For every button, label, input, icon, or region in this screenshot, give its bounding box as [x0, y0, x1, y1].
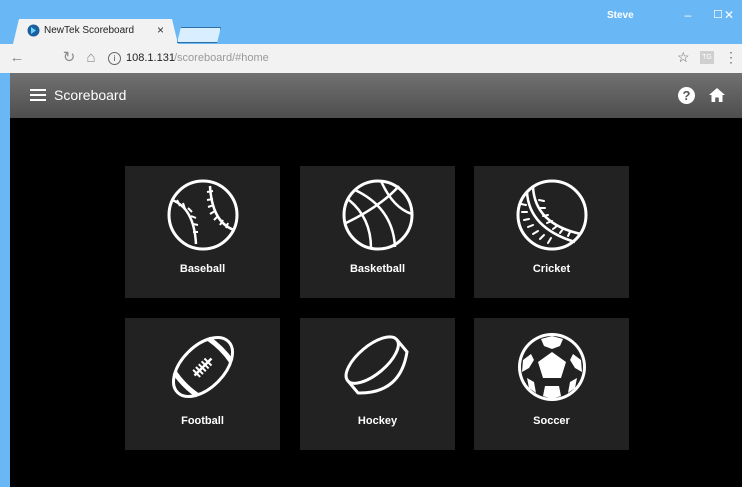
info-icon[interactable]: i [108, 52, 121, 65]
browser-toolbar: ← ↻ ⌂ i 108.1.131 /scoreboard/#home ☆ TG… [0, 44, 742, 73]
soccer-ball-icon [518, 333, 586, 401]
newtek-favicon-icon [27, 24, 40, 37]
sport-label-football: Football [181, 415, 224, 427]
basketball-icon [342, 179, 414, 251]
sport-label-soccer: Soccer [533, 415, 570, 427]
help-icon[interactable]: ? [678, 87, 695, 104]
sport-tile-hockey[interactable]: Hockey [300, 318, 455, 450]
home-icon[interactable] [707, 85, 727, 105]
reload-icon[interactable]: ↻ [60, 49, 78, 67]
sport-tile-cricket[interactable]: Cricket [474, 166, 629, 298]
extension-icon[interactable]: TG [700, 51, 714, 64]
tab-close-icon[interactable]: × [157, 23, 164, 37]
profile-name[interactable]: Steve [607, 10, 634, 21]
home-outline-icon[interactable]: ⌂ [82, 49, 100, 67]
sport-tile-football[interactable]: Football [125, 318, 280, 450]
sport-tile-baseball[interactable]: Baseball [125, 166, 280, 298]
sport-grid: Baseball Basketball Cricket Football Hoc… [10, 118, 742, 487]
sport-label-baseball: Baseball [179, 263, 226, 275]
app-header: Scoreboard ? [10, 73, 742, 118]
bookmark-star-icon[interactable]: ☆ [677, 49, 690, 66]
cricket-ball-icon [516, 179, 588, 251]
sport-label-hockey: Hockey [357, 415, 398, 427]
sport-label-basketball: Basketball [349, 263, 406, 275]
football-icon [172, 336, 234, 398]
page-title: Scoreboard [54, 87, 127, 103]
back-arrow-icon[interactable]: ← [8, 49, 26, 67]
minimize-button[interactable]: – [673, 6, 703, 24]
url-host[interactable]: 108.1.131 [126, 52, 175, 64]
close-window-button[interactable]: ✕ [714, 6, 742, 24]
baseball-icon [167, 179, 239, 251]
sport-tile-basketball[interactable]: Basketball [300, 166, 455, 298]
hockey-puck-icon [344, 335, 409, 395]
hamburger-menu-icon[interactable] [30, 89, 46, 101]
url-path[interactable]: /scoreboard/#home [174, 52, 269, 64]
sport-tile-soccer[interactable]: Soccer [474, 318, 629, 450]
browser-titlebar: NewTek Scoreboard × Steve – ☐ ✕ [0, 0, 742, 44]
browser-tab[interactable]: NewTek Scoreboard × [13, 19, 178, 44]
sport-label-cricket: Cricket [532, 263, 571, 275]
new-tab-button[interactable] [177, 27, 221, 43]
tab-title: NewTek Scoreboard [44, 25, 135, 36]
browser-menu-icon[interactable]: ⋮ [724, 49, 738, 66]
